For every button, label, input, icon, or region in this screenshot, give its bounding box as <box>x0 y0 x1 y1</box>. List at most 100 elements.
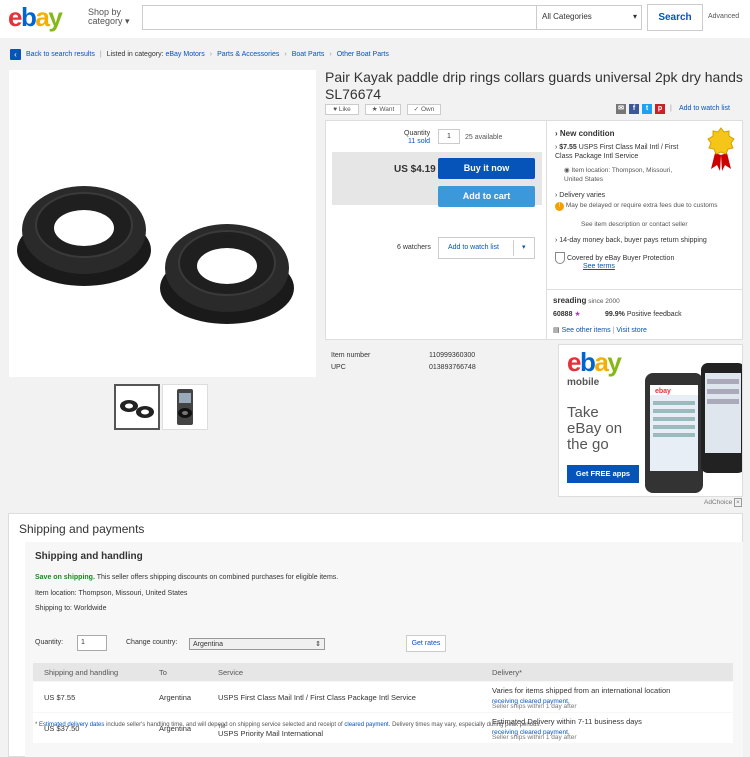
delivery-see: See item description or contact seller <box>581 221 688 228</box>
own-button[interactable]: ✓ Own <box>407 104 441 115</box>
item-location: ◉ Item location: Thompson, Missouri, Uni… <box>564 166 674 184</box>
row-service: USPS First Class Mail Intl / First Class… <box>218 693 416 702</box>
get-free-apps-button[interactable]: Get FREE apps <box>567 465 639 483</box>
available-count: 25 available <box>465 134 503 141</box>
thumbnail-image[interactable] <box>114 384 160 430</box>
like-button[interactable]: ♥ Like <box>325 104 359 115</box>
category-select[interactable]: All Categories ▾ <box>536 5 642 30</box>
footnote-star: * <box>35 722 38 728</box>
delivery-title: › Delivery varies <box>555 191 605 200</box>
country-select[interactable]: Argentina ⇕ <box>189 638 325 650</box>
get-rates-button[interactable]: Get rates <box>406 635 446 652</box>
share-divider: | <box>670 105 672 112</box>
feedback-score-row: 60888 ★ <box>553 310 581 319</box>
logo-letter: e <box>8 2 22 32</box>
item-number-label: Item number <box>331 352 371 359</box>
see-other-items-link[interactable]: See other items <box>562 327 611 334</box>
seller-links: ▤ See other items | Visit store <box>553 326 647 335</box>
sold-link[interactable]: 11 sold <box>408 138 430 145</box>
add-to-cart-button[interactable]: Add to cart <box>438 186 535 207</box>
shield-icon <box>555 252 565 264</box>
email-icon[interactable]: ✉ <box>616 104 626 114</box>
twitter-icon[interactable]: t <box>642 104 652 114</box>
want-label: Want <box>379 106 395 113</box>
row-to: Argentina <box>159 693 192 702</box>
quantity-label: Quantity <box>404 130 431 137</box>
breadcrumb: ‹ Back to search results | Listed in cat… <box>10 48 389 60</box>
advanced-search-link[interactable]: Advanced <box>708 13 739 20</box>
shipping-price: $7.55 <box>559 144 577 151</box>
thumbnail-image[interactable] <box>162 384 208 430</box>
back-arrow-icon[interactable]: ‹ <box>10 48 21 60</box>
positive-percent: 99.9% <box>605 311 625 318</box>
seller-name[interactable]: sreading <box>553 296 586 305</box>
logo-letter: y <box>48 2 62 32</box>
row-delivery: Varies for items shipped from an interna… <box>492 686 671 695</box>
price: US $4.19 <box>394 164 436 175</box>
logo-letter: a <box>35 2 49 32</box>
chevron-down-icon: ▾ <box>125 16 130 26</box>
search-button[interactable]: Search <box>647 4 703 31</box>
buy-it-now-button[interactable]: Buy it now <box>438 158 535 179</box>
country-value: Argentina <box>193 641 223 648</box>
feedback-score[interactable]: 60888 <box>553 311 572 318</box>
breadcrumb-item[interactable]: eBay Motors <box>165 51 204 58</box>
add-to-watch-list-link[interactable]: Add to watch list <box>679 105 730 112</box>
facebook-icon[interactable]: f <box>629 104 639 114</box>
chevron-down-icon[interactable]: ▾ <box>522 238 526 258</box>
star-icon: ★ <box>574 311 581 318</box>
delivery-note: ! May be delayed or require extra fees d… <box>555 201 735 211</box>
breadcrumb-chevron-icon: › <box>329 50 332 58</box>
upc-label: UPC <box>331 364 346 371</box>
col-to: To <box>159 668 167 677</box>
item-number: 110999360300 <box>429 352 476 359</box>
header-bar: ebay Shop by category ▾ All Categories ▾… <box>0 0 750 38</box>
row-note-text: Seller ships within 1 day after <box>492 734 577 741</box>
back-to-search-link[interactable]: Back to search results <box>26 51 95 58</box>
visit-store-link[interactable]: Visit store <box>616 327 647 334</box>
estimated-delivery-dates-link[interactable]: Estimated delivery dates <box>39 722 104 728</box>
col-shipping: Shipping and handling <box>44 668 119 677</box>
col-service: Service <box>218 668 244 677</box>
warning-icon: ! <box>555 202 564 211</box>
protection-text: Covered by eBay Buyer Protection <box>566 254 675 262</box>
add-to-watch-list-button[interactable]: Add to watch list ▾ <box>438 237 535 259</box>
adchoice-label: AdChoice <box>704 499 733 506</box>
see-terms-link[interactable]: See terms <box>583 263 615 270</box>
breadcrumb-chevron-icon: › <box>209 50 213 58</box>
item-details-panel: › New condition › $7.55 USPS First Class… <box>547 120 743 340</box>
delivery-note-text: May be delayed or require extra fees due… <box>565 202 718 209</box>
like-label: Like <box>338 106 351 113</box>
shipping-quantity-input[interactable]: 1 <box>77 635 107 651</box>
main-product-image[interactable] <box>9 70 316 377</box>
watch-list-label: Add to watch list <box>448 244 499 251</box>
shop-by-category-button[interactable]: Shop by category ▾ <box>88 8 130 26</box>
breadcrumb-item[interactable]: Other Boat Parts <box>337 51 389 58</box>
seller-since: since 2000 <box>588 298 620 305</box>
list-icon: ▤ <box>553 327 562 334</box>
quantity-input[interactable]: 1 <box>438 129 460 144</box>
cleared-payment-link[interactable]: cleared payment. <box>344 722 390 728</box>
drip-ring-right <box>160 224 294 324</box>
item-title: Pair Kayak paddle drip rings collars gua… <box>325 69 743 102</box>
condition: › New condition <box>555 129 615 138</box>
want-button[interactable]: ★ Want <box>365 104 401 115</box>
ad-tagline: Take eBay on the go <box>567 405 622 453</box>
ebay-mobile-ad[interactable]: ebay mobile Take eBay on the go Get FREE… <box>558 344 743 497</box>
close-icon[interactable]: × <box>734 498 742 507</box>
pinterest-icon[interactable]: p <box>655 104 665 114</box>
breadcrumb-item[interactable]: Boat Parts <box>292 51 325 58</box>
quantity-label: Quantity: <box>35 639 64 646</box>
footnote-end: Delivery times may vary, especially duri… <box>392 722 542 728</box>
ebay-logo[interactable]: ebay <box>8 2 63 33</box>
positive-feedback: 99.9% Positive feedback <box>605 310 682 319</box>
row-service: USPS Priority Mail International <box>218 729 324 738</box>
breadcrumb-item[interactable]: Parts & Accessories <box>217 51 279 58</box>
row-note-text: Seller ships within 1 day after <box>492 703 577 710</box>
upc-value: 013893766748 <box>429 364 476 371</box>
watchers-count: 6 watchers <box>397 244 431 251</box>
shipping-subtitle: Shipping and handling <box>35 551 143 562</box>
ships-to: Shipping to: Worldwide <box>35 605 107 612</box>
adchoice-link[interactable]: AdChoice × <box>704 498 742 507</box>
col-delivery: Delivery* <box>492 668 523 677</box>
